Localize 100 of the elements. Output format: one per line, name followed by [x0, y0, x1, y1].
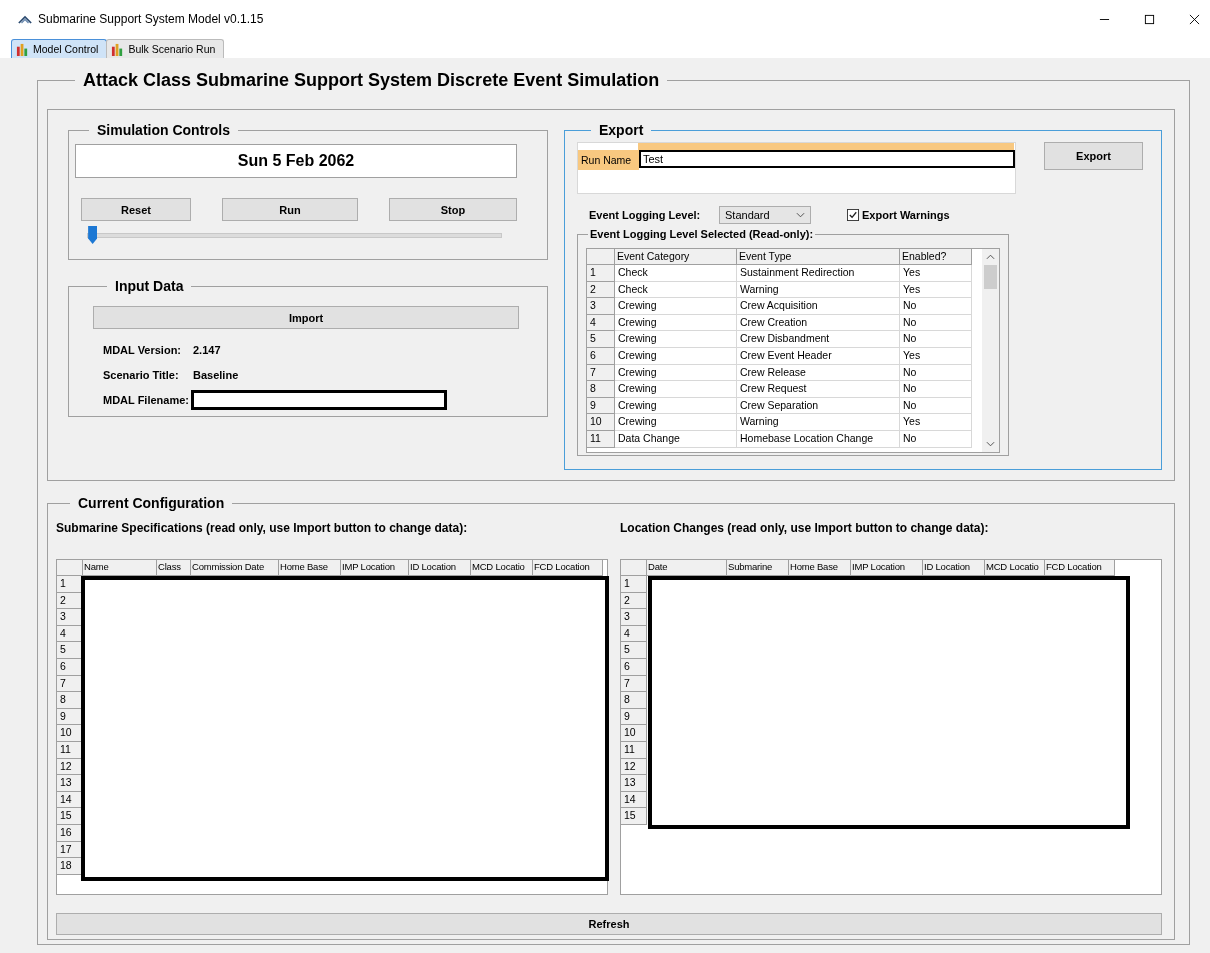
table-cell: No	[900, 381, 972, 398]
field-label: MDAL Version:	[103, 343, 183, 356]
scroll-down-icon[interactable]	[986, 441, 996, 447]
table-cell: Crew Release	[737, 364, 900, 382]
column-header: MCD Locatio	[471, 560, 533, 576]
table-cell: Crewing	[615, 347, 737, 365]
checkbox[interactable]	[847, 209, 859, 221]
column-header: Home Base	[789, 560, 851, 576]
field-label: MDAL Filename:	[103, 393, 190, 406]
column-header: FCD Location	[1045, 560, 1115, 576]
checkbox-label: Export Warnings	[862, 209, 950, 221]
table-cell: Warning	[737, 414, 900, 431]
table-title: Location Changes (read only, use Import button to change data):	[620, 521, 990, 537]
column-header: MCD Locatio	[985, 560, 1045, 576]
scrollbar[interactable]	[982, 249, 999, 452]
scroll-thumb[interactable]	[984, 265, 998, 289]
tab[interactable]: Model Control	[11, 39, 108, 58]
maximize-icon[interactable]	[1144, 13, 1155, 25]
column-header: Event Category	[615, 249, 737, 265]
tab[interactable]: Bulk Scenario Run	[106, 39, 225, 58]
column-header: Event Type	[737, 249, 900, 265]
table-cell: Check	[615, 281, 737, 299]
logging-level-label: Event Logging Level:	[589, 209, 702, 221]
refresh-button[interactable]: Refresh	[56, 913, 1162, 935]
group-title: Event Logging Level Selected (Read-only):	[589, 228, 815, 240]
row-number: 18	[57, 858, 83, 875]
chevron-down-icon	[796, 212, 805, 218]
column-header: Class	[157, 560, 191, 576]
table-cell: Crew Acquisition	[737, 298, 900, 315]
export-button[interactable]: Export	[1044, 142, 1143, 170]
row-number: 15	[621, 808, 647, 825]
row-number: 13	[621, 775, 647, 792]
row-number: 5	[57, 642, 83, 659]
table-cell: Yes	[900, 414, 972, 431]
table-cell: Crew Request	[737, 381, 900, 398]
table-cell: Yes	[900, 265, 972, 282]
table-cell: Warning	[737, 281, 900, 299]
column-header: Home Base	[279, 560, 341, 576]
table-cell: No	[900, 298, 972, 315]
column-header: Commission Date	[191, 560, 279, 576]
column-header: Submarine	[727, 560, 789, 576]
table-cell: Check	[615, 265, 737, 282]
bar-chart-icon	[16, 42, 29, 56]
logging-level-dropdown[interactable]: Standard	[719, 206, 811, 224]
column-header: FCD Location	[533, 560, 603, 576]
field-value: Baseline	[193, 368, 239, 381]
page-heading: Attack Class Submarine Support System Discrete Event Simulation	[82, 70, 661, 91]
table-cell: Homebase Location Change	[737, 430, 900, 448]
group-title: Simulation Controls	[96, 122, 231, 138]
table-cell: Crewing	[615, 314, 737, 332]
row-number: 1	[621, 576, 647, 593]
control-button[interactable]: Reset	[81, 198, 191, 221]
table-cell: No	[900, 397, 972, 415]
row-number: 10	[587, 414, 615, 431]
control-button[interactable]: Run	[222, 198, 358, 221]
row-number: 8	[587, 381, 615, 398]
field-label: Scenario Title:	[103, 368, 180, 381]
import-button[interactable]: Import	[93, 306, 519, 329]
row-number: 1	[587, 265, 615, 282]
table-cell: Crewing	[615, 397, 737, 415]
close-icon[interactable]	[1189, 13, 1200, 25]
control-button[interactable]: Stop	[389, 198, 517, 221]
row-header: Run Name	[578, 150, 639, 170]
row-number: 10	[57, 725, 83, 742]
row-number: 5	[621, 642, 647, 659]
slider-thumb[interactable]	[88, 226, 98, 244]
column-header: IMP Location	[341, 560, 409, 576]
column-header: Name	[83, 560, 157, 576]
row-number: 8	[57, 692, 83, 709]
table-cell: Crewing	[615, 414, 737, 431]
row-number: 15	[57, 808, 83, 825]
group-title: Input Data	[114, 278, 185, 294]
table-title: Submarine Specifications (read only, use Import button to change data):	[56, 521, 469, 537]
table-cell: Crewing	[615, 298, 737, 315]
table-cell: Crew Creation	[737, 314, 900, 332]
column-header: IMP Location	[851, 560, 923, 576]
app-icon	[18, 14, 32, 24]
run-name-field[interactable]: Test	[639, 150, 1015, 168]
row-number: 13	[57, 775, 83, 792]
row-number: 1	[57, 576, 83, 593]
column-header: Enabled?	[900, 249, 972, 265]
scroll-up-icon[interactable]	[986, 254, 996, 260]
column-header: ID Location	[923, 560, 985, 576]
group-title: Current Configuration	[77, 495, 226, 511]
table-cell: Crewing	[615, 364, 737, 382]
row-number: 3	[621, 609, 647, 626]
table-cell: No	[900, 331, 972, 348]
row-number: 5	[587, 331, 615, 348]
field-value: 2.147	[193, 343, 221, 356]
table-cell: Yes	[900, 281, 972, 299]
row-number: 10	[621, 725, 647, 742]
column-header: ID Location	[409, 560, 471, 576]
date-display: Sun 5 Feb 2062	[75, 144, 517, 178]
window-title: Submarine Support System Model v0.1.15	[38, 12, 264, 26]
table-cell: Crew Event Header	[737, 347, 900, 365]
table-cell: Crew Separation	[737, 397, 900, 415]
table-cell: Crew Disbandment	[737, 331, 900, 348]
group-title: Export	[598, 122, 645, 138]
table-cell: Sustainment Redirection	[737, 265, 900, 282]
table-cell: No	[900, 430, 972, 448]
